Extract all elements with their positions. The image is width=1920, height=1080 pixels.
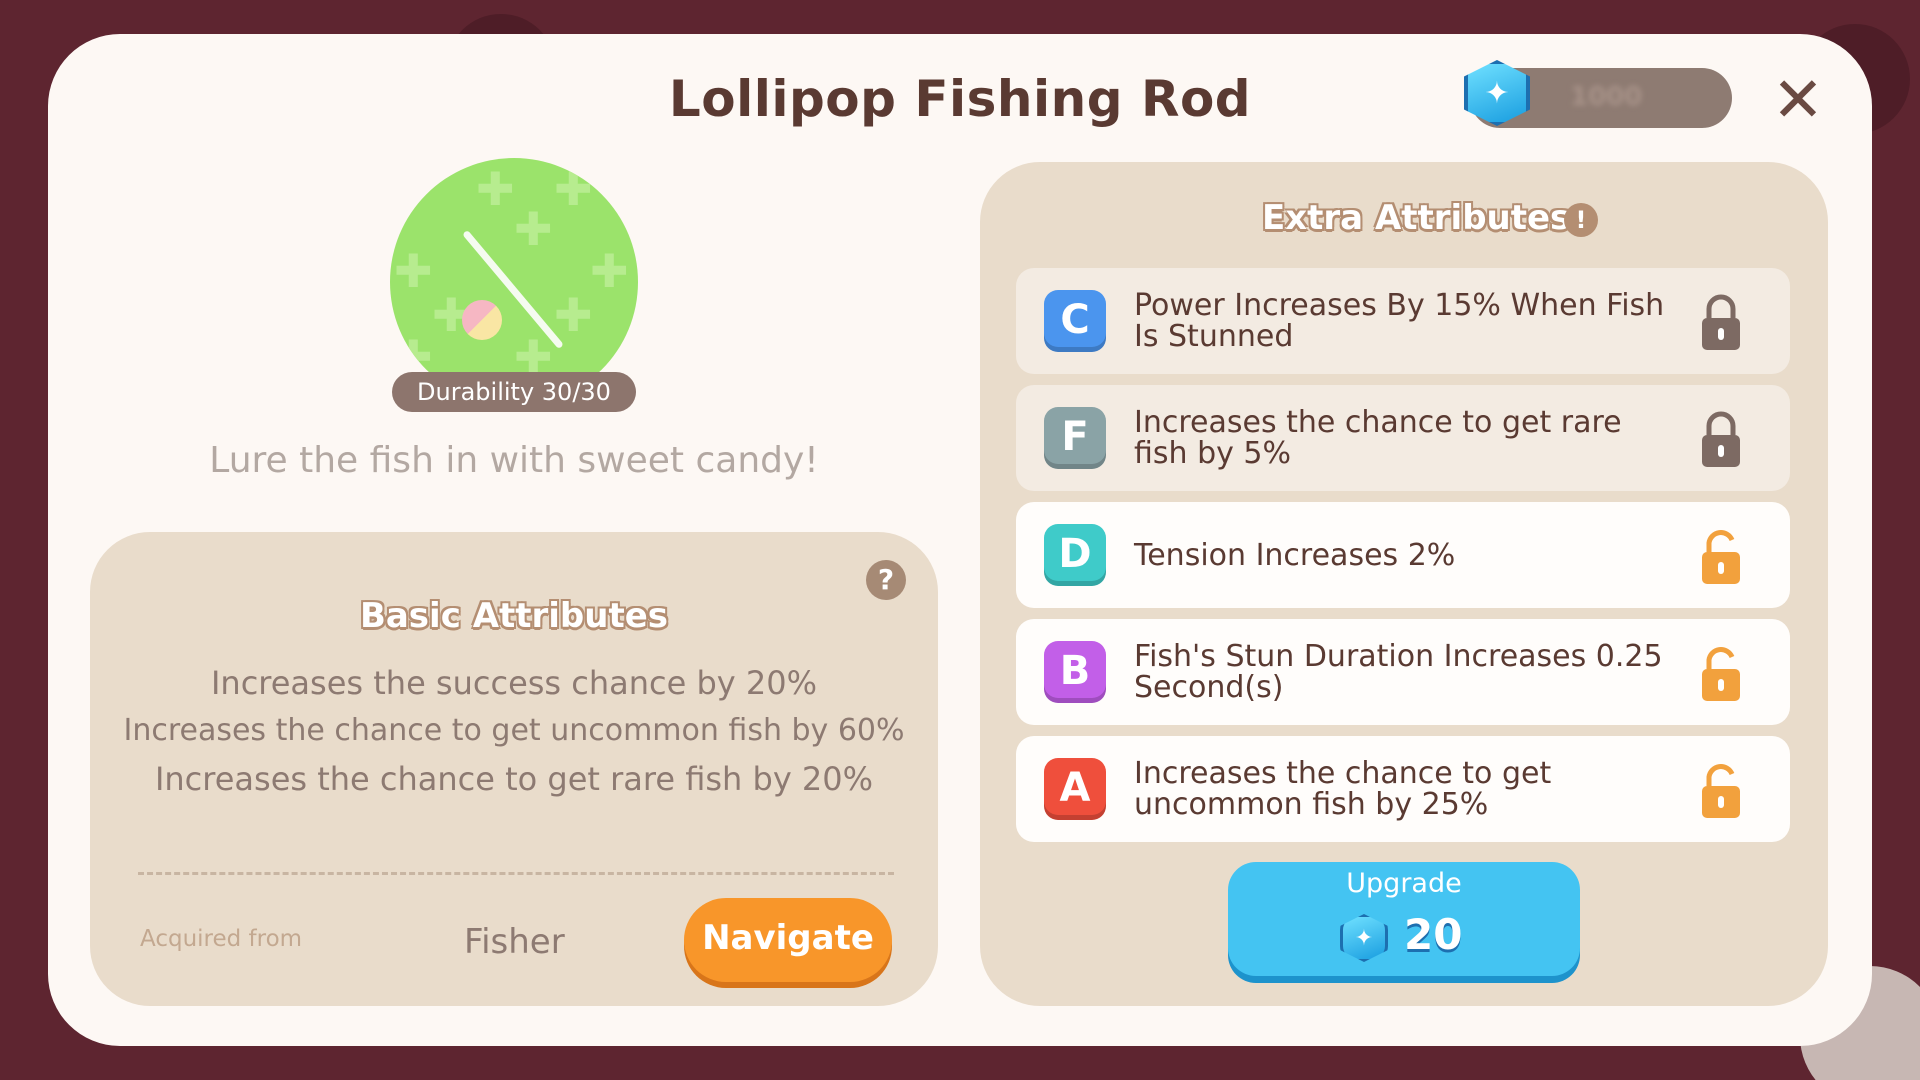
- upgrade-cost: 20: [1404, 910, 1463, 959]
- unlock-icon[interactable]: [1700, 645, 1742, 703]
- grade-badge: B: [1044, 641, 1106, 703]
- basic-attribute-line: Increases the chance to get rare fish by…: [154, 760, 874, 798]
- lock-icon[interactable]: [1700, 294, 1742, 352]
- grade-badge: A: [1044, 758, 1106, 820]
- attribute-text: Fish's Stun Duration Increases 0.25 Seco…: [1134, 639, 1663, 705]
- unlock-icon[interactable]: [1700, 762, 1742, 820]
- upgrade-button[interactable]: Upgrade ✦ 20: [1228, 862, 1580, 976]
- attribute-text: Increases the chance to get rare fish by…: [1134, 405, 1622, 471]
- basic-attributes-title: Basic Attributes: [359, 596, 669, 636]
- upgrade-label: Upgrade: [1346, 868, 1462, 899]
- acquired-from-value: Fisher: [464, 922, 565, 962]
- extra-attributes-title: Extra Attributes: [1262, 198, 1571, 238]
- navigate-button[interactable]: Navigate: [684, 898, 892, 982]
- lollipop-fishing-rod-icon: ✚ ✚ ✚ ✚ ✚ ✚ ✚ ✚ ✚: [390, 158, 638, 406]
- basic-attribute-line: Increases the chance to get uncommon fis…: [123, 713, 905, 748]
- grade-badge: F: [1044, 407, 1106, 469]
- extra-attribute-row: F Increases the chance to get rare fish b…: [1016, 385, 1790, 491]
- attribute-text: Increases the chance to get uncommon fis…: [1134, 756, 1552, 822]
- extra-attribute-row: D Tension Increases 2%: [1016, 502, 1790, 608]
- close-icon[interactable]: ✕: [1768, 69, 1828, 131]
- unlock-icon[interactable]: [1700, 528, 1742, 586]
- exclamation-icon[interactable]: !: [1564, 203, 1598, 237]
- acquired-from-label: Acquired from: [140, 926, 303, 952]
- currency-value: 1000: [1570, 82, 1643, 112]
- candy-shape: [462, 300, 502, 340]
- attribute-text: Power Increases By 15% When Fish Is Stun…: [1134, 288, 1665, 354]
- grade-badge: C: [1044, 290, 1106, 352]
- durability-badge: Durability 30/30: [392, 372, 636, 412]
- grade-badge: D: [1044, 524, 1106, 586]
- lock-icon[interactable]: [1700, 411, 1742, 469]
- attribute-text: Tension Increases 2%: [1134, 537, 1456, 573]
- gem-icon: ✦: [1340, 914, 1388, 962]
- question-icon[interactable]: ?: [866, 560, 906, 600]
- basic-attribute-line: Increases the success chance by 20%: [210, 664, 818, 702]
- item-description: Lure the fish in with sweet candy!: [209, 440, 819, 481]
- divider: [138, 872, 894, 875]
- extra-attribute-row: A Increases the chance to get uncommon fi…: [1016, 736, 1790, 842]
- extra-attribute-row: C Power Increases By 15% When Fish Is Stu…: [1016, 268, 1790, 374]
- extra-attribute-row: B Fish's Stun Duration Increases 0.25 Sec…: [1016, 619, 1790, 725]
